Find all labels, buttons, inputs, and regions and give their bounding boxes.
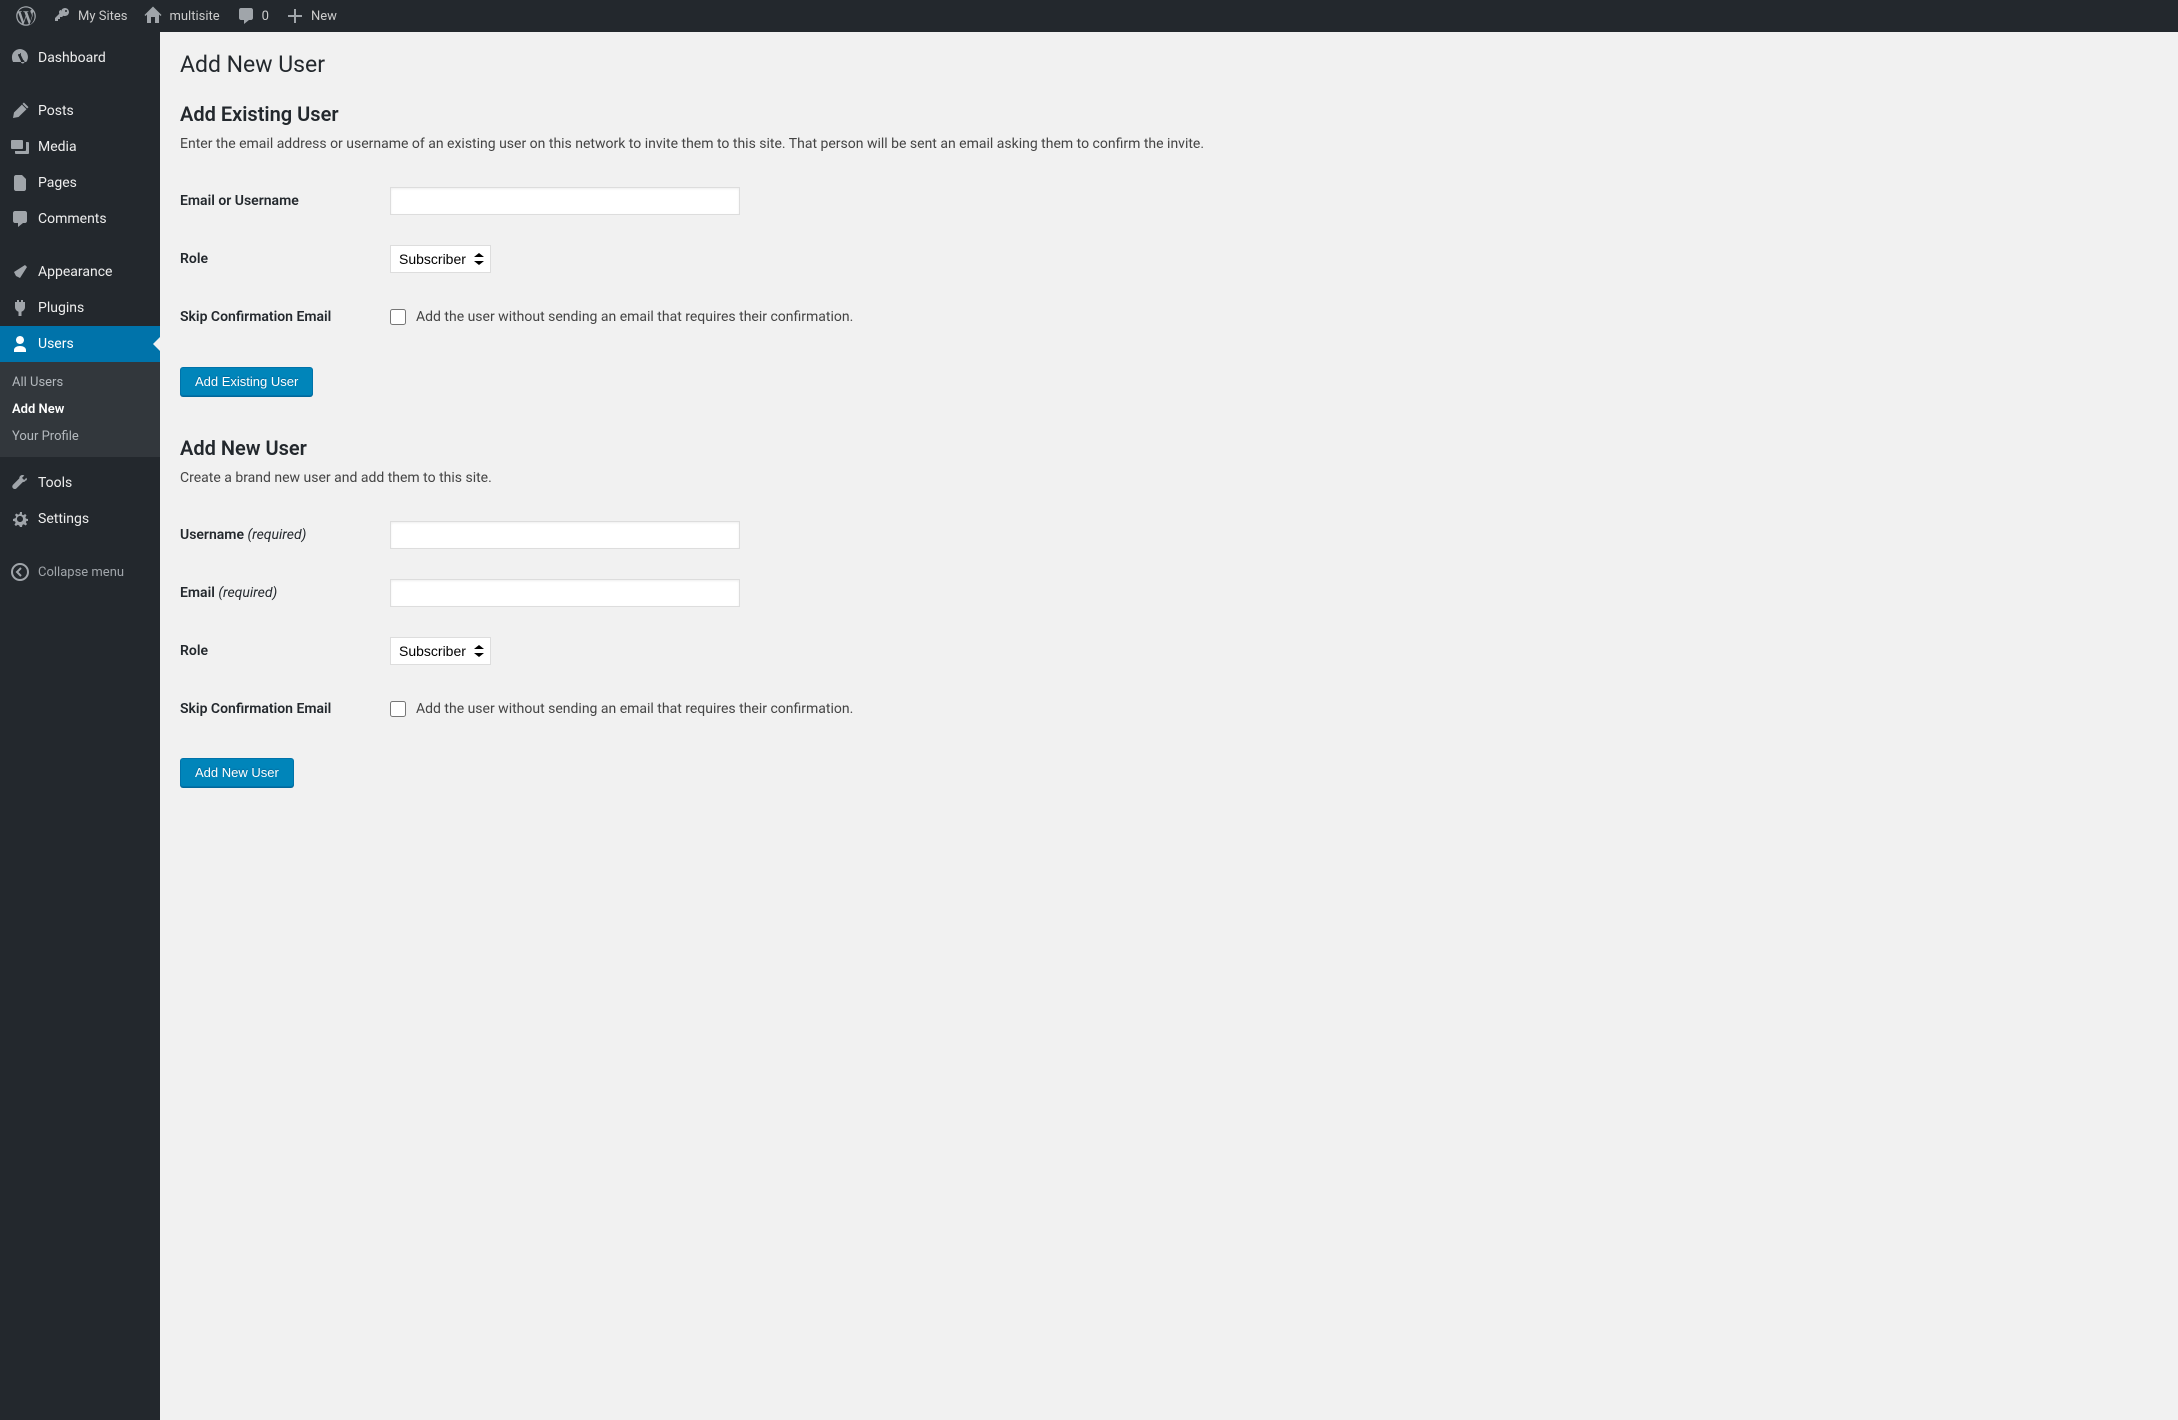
sidebar-item-label: Plugins (38, 300, 84, 316)
email-username-label: Email or Username (180, 172, 380, 230)
sidebar-item-comments[interactable]: Comments (0, 201, 160, 237)
sidebar-item-label: Media (38, 139, 77, 155)
pages-icon (10, 173, 30, 193)
sidebar-item-tools[interactable]: Tools (0, 465, 160, 501)
page-title: Add New User (180, 42, 2158, 82)
sidebar-item-label: Settings (38, 511, 89, 527)
sidebar-item-label: Pages (38, 175, 77, 191)
sidebar-item-label: Comments (38, 211, 107, 227)
sidebar-item-dashboard[interactable]: Dashboard (0, 40, 160, 76)
sidebar-item-media[interactable]: Media (0, 129, 160, 165)
sidebar-item-label: Posts (38, 103, 74, 119)
my-sites-link[interactable]: My Sites (44, 0, 135, 32)
sidebar-item-label: Appearance (38, 264, 112, 280)
site-name-label: multisite (169, 9, 219, 24)
existing-role-label: Role (180, 230, 380, 288)
users-icon (10, 334, 30, 354)
collapse-icon (10, 562, 30, 582)
key-icon (52, 6, 72, 26)
main-content: Add New User Add Existing User Enter the… (160, 32, 2178, 857)
wp-logo[interactable] (8, 0, 44, 32)
menu-separator (0, 243, 160, 248)
admin-sidebar: Dashboard Posts Media Pages Comments App… (0, 32, 160, 1420)
new-skip-checkbox[interactable] (390, 701, 406, 717)
new-label: New (311, 9, 337, 24)
comments-icon (10, 209, 30, 229)
submenu-item-your-profile[interactable]: Your Profile (0, 423, 160, 450)
email-input[interactable] (390, 579, 740, 607)
new-role-label: Role (180, 622, 380, 680)
submenu-item-all-users[interactable]: All Users (0, 369, 160, 396)
existing-role-select[interactable]: Subscriber (390, 245, 491, 273)
sidebar-item-label: Tools (38, 475, 72, 491)
settings-icon (10, 509, 30, 529)
home-icon (143, 6, 163, 26)
sidebar-item-settings[interactable]: Settings (0, 501, 160, 537)
new-role-select[interactable]: Subscriber (390, 637, 491, 665)
username-label: Username (required) (180, 506, 380, 564)
sidebar-item-appearance[interactable]: Appearance (0, 254, 160, 290)
comments-count: 0 (262, 9, 269, 24)
admin-menu: Dashboard Posts Media Pages Comments App… (0, 32, 160, 362)
existing-skip-label: Skip Confirmation Email (180, 288, 380, 346)
comment-icon (236, 6, 256, 26)
email-username-input[interactable] (390, 187, 740, 215)
plugins-icon (10, 298, 30, 318)
plus-icon (285, 6, 305, 26)
appearance-icon (10, 262, 30, 282)
media-icon (10, 137, 30, 157)
existing-skip-checkbox[interactable] (390, 309, 406, 325)
menu-separator (0, 82, 160, 87)
sidebar-item-label: Users (38, 336, 74, 352)
site-name-link[interactable]: multisite (135, 0, 227, 32)
sidebar-item-pages[interactable]: Pages (0, 165, 160, 201)
add-new-description: Create a brand new user and add them to … (180, 470, 2158, 486)
menu-separator (0, 543, 160, 548)
add-existing-heading: Add Existing User (180, 102, 2158, 126)
wordpress-icon (16, 6, 36, 26)
sidebar-item-plugins[interactable]: Plugins (0, 290, 160, 326)
add-existing-description: Enter the email address or username of a… (180, 136, 2158, 152)
comments-link[interactable]: 0 (228, 0, 277, 32)
sidebar-item-users[interactable]: Users (0, 326, 160, 362)
sidebar-item-label: Dashboard (38, 50, 106, 66)
add-new-user-button[interactable]: Add New User (180, 758, 294, 787)
add-existing-user-button[interactable]: Add Existing User (180, 367, 313, 396)
existing-skip-desc: Add the user without sending an email th… (416, 309, 853, 325)
add-existing-form: Email or Username Role Subscriber Skip C… (180, 172, 2158, 347)
email-label: Email (required) (180, 564, 380, 622)
admin-bar: My Sites multisite 0 New (0, 0, 2178, 32)
sidebar-item-posts[interactable]: Posts (0, 93, 160, 129)
dashboard-icon (10, 48, 30, 68)
new-content-link[interactable]: New (277, 0, 345, 32)
new-skip-label: Skip Confirmation Email (180, 680, 380, 738)
username-input[interactable] (390, 521, 740, 549)
posts-icon (10, 101, 30, 121)
admin-menu-lower: Tools Settings (0, 457, 160, 548)
submenu-item-add-new[interactable]: Add New (0, 396, 160, 423)
new-skip-desc: Add the user without sending an email th… (416, 701, 853, 717)
my-sites-label: My Sites (78, 9, 127, 24)
add-new-heading: Add New User (180, 436, 2158, 460)
users-submenu: All Users Add New Your Profile (0, 362, 160, 457)
add-new-form: Username (required) Email (required) Rol… (180, 506, 2158, 739)
collapse-label: Collapse menu (38, 565, 124, 580)
collapse-menu-button[interactable]: Collapse menu (0, 554, 160, 590)
tools-icon (10, 473, 30, 493)
